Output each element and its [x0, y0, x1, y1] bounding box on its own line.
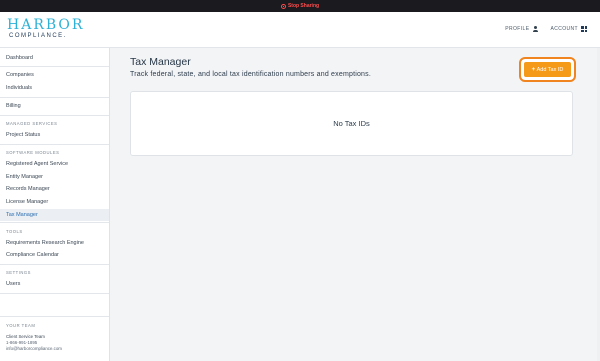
screen-share-bar: Stop Sharing [0, 0, 600, 12]
empty-state-message: No Tax IDs [333, 119, 370, 128]
page-title: Tax Manager [130, 56, 191, 68]
sidebar-item-compliance-calendar[interactable]: Compliance Calendar [0, 250, 109, 260]
stop-sharing-button[interactable]: Stop Sharing [280, 3, 320, 9]
account-label: ACCOUNT [550, 26, 578, 32]
sidebar-divider [0, 222, 109, 223]
sidebar-item-records-manager[interactable]: Records Manager [0, 184, 109, 194]
sidebar-item-users[interactable]: Users [0, 279, 109, 289]
sidebar-item-requirements[interactable]: Requirements Research Engine [0, 238, 109, 248]
main-content: Tax Manager Track federal, state, and lo… [111, 48, 600, 361]
grid-icon [581, 26, 587, 32]
stop-icon [280, 3, 286, 9]
sidebar-divider [0, 316, 109, 317]
section-title-software-modules: SOFTWARE MODULES [6, 150, 60, 155]
section-title-settings: SETTINGS [6, 270, 31, 275]
user-icon [532, 26, 538, 32]
sidebar-item-individuals[interactable]: Individuals [0, 83, 109, 93]
sidebar-divider [0, 66, 109, 67]
sidebar-item-registered-agent[interactable]: Registered Agent Service [0, 159, 109, 169]
logo-wordmark: HARBOR [7, 17, 85, 33]
sidebar-divider [0, 293, 109, 294]
plus-icon: + [531, 66, 536, 73]
section-title-managed-services: MANAGED SERVICES [6, 121, 58, 126]
sidebar-item-project-status[interactable]: Project Status [0, 130, 109, 140]
sidebar-item-tax-manager[interactable]: Tax Manager [0, 209, 109, 221]
section-title-tools: TOOLS [6, 229, 23, 234]
sidebar-item-dashboard[interactable]: Dashboard [0, 53, 109, 63]
profile-link[interactable]: PROFILE [505, 26, 538, 32]
sidebar-item-entity-manager[interactable]: Entity Manager [0, 172, 109, 182]
section-title-your-team: YOUR TEAM [6, 323, 36, 328]
tax-ids-empty-state: No Tax IDs [130, 91, 573, 156]
account-link[interactable]: ACCOUNT [550, 26, 587, 32]
logo-subtitle: COMPLIANCE. [9, 33, 67, 39]
header-links: PROFILE ACCOUNT [505, 26, 587, 32]
add-tax-id-label: Add Tax ID [536, 66, 564, 73]
stop-sharing-label: Stop Sharing [287, 3, 320, 9]
page-subtitle: Track federal, state, and local tax iden… [130, 71, 371, 78]
sidebar-divider [0, 264, 109, 265]
sidebar-divider [0, 144, 109, 145]
sidebar-divider [0, 115, 109, 116]
sidebar-divider [0, 97, 109, 98]
sidebar-item-companies[interactable]: Companies [0, 70, 109, 80]
sidebar-item-license-manager[interactable]: License Manager [0, 197, 109, 207]
sidebar-item-billing[interactable]: Billing [0, 101, 109, 111]
add-tax-id-button[interactable]: + Add Tax ID [524, 62, 571, 77]
sidebar: Dashboard Companies Individuals Billing … [0, 48, 110, 361]
team-email[interactable]: info@harborcompliance.com [6, 346, 62, 352]
profile-label: PROFILE [505, 26, 530, 32]
harbor-compliance-logo[interactable]: HARBOR COMPLIANCE. [7, 18, 84, 40]
add-button-highlight: + Add Tax ID [519, 57, 576, 82]
top-header: HARBOR COMPLIANCE. PROFILE ACCOUNT [0, 12, 600, 48]
